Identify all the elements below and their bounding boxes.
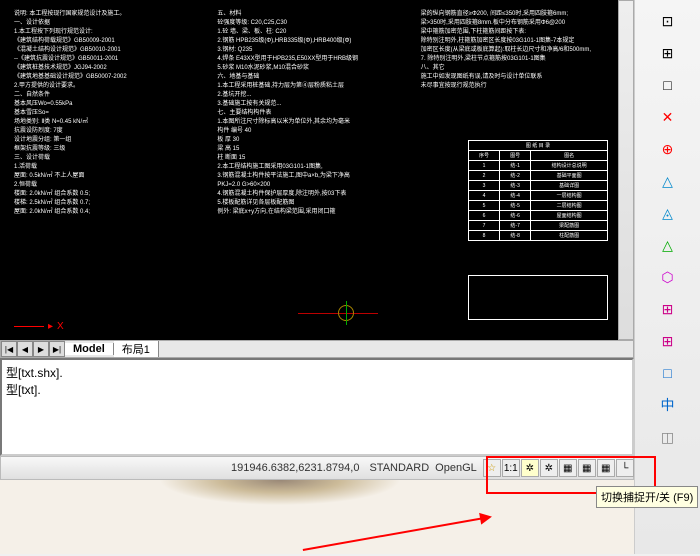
nav-first[interactable]: |◀: [1, 341, 17, 357]
grid-icon[interactable]: ⊞: [657, 298, 679, 320]
tab-model[interactable]: Model: [65, 343, 114, 355]
nav-next[interactable]: ▶: [33, 341, 49, 357]
tab-layout1[interactable]: 布局1: [114, 341, 159, 357]
text-icon[interactable]: 中: [657, 394, 679, 416]
snap-tooltip: 切换捕捉开/关 (F9): [596, 486, 698, 508]
corner-icon[interactable]: └: [616, 459, 634, 477]
cmd-line: 型[txt.shx].: [6, 364, 628, 381]
layout-tabs-bar: |◀ ◀ ▶ ▶| Model 布局1: [0, 340, 634, 358]
notes-col-1: 说明: 本工程按现行国家规范设计及施工。一、设计依据1.本工程按下列现行规范设计…: [14, 10, 197, 217]
polar-icon[interactable]: ✲: [521, 459, 539, 477]
cad-drawing-viewport[interactable]: 说明: 本工程按现行国家规范设计及施工。一、设计依据1.本工程按下列现行规范设计…: [0, 0, 618, 340]
table-title: 图 纸 目 录: [469, 141, 608, 151]
tool-icon[interactable]: ⊡: [657, 10, 679, 32]
nav-last[interactable]: ▶|: [49, 341, 65, 357]
notes-col-2: 五、材料 砼强度等级: C20,C25,C30 1.砼 墙、梁、板、柱: C20…: [217, 10, 400, 217]
status-bar: 191946.6382,6231.8794,0 STANDARD OpenGL …: [0, 456, 634, 480]
cmd-line: 型[txt].: [6, 381, 628, 398]
tool-icon[interactable]: ⊞: [657, 42, 679, 64]
right-tool-palette: ⊡ ⊞ □ ✕ ⊕ △ ◬ △ ⬡ ⊞ ⊞ □ 中 ◫: [634, 0, 700, 554]
graphics-mode[interactable]: OpenGL: [435, 462, 477, 474]
tool-icon[interactable]: □: [657, 74, 679, 96]
triangle-icon[interactable]: △: [657, 234, 679, 256]
background-image: [0, 480, 634, 554]
cube-icon[interactable]: ◫: [657, 426, 679, 448]
hex-icon[interactable]: ⬡: [657, 266, 679, 288]
text-style-indicator[interactable]: STANDARD: [369, 462, 429, 474]
star-icon[interactable]: ☆: [483, 459, 501, 477]
close-icon[interactable]: ✕: [657, 106, 679, 128]
add-icon[interactable]: ⊕: [657, 138, 679, 160]
rect-icon[interactable]: □: [657, 362, 679, 384]
title-block: [468, 275, 608, 320]
coordinates-display[interactable]: 191946.6382,6231.8794,0: [231, 462, 359, 474]
nav-prev[interactable]: ◀: [17, 341, 33, 357]
snap-toggle-icon[interactable]: ▦: [559, 459, 577, 477]
crosshair-cursor: [298, 301, 378, 325]
triangle-icon[interactable]: △: [657, 170, 679, 192]
scale-display[interactable]: 1:1: [502, 459, 520, 477]
grid-icon[interactable]: ⊞: [657, 330, 679, 352]
command-window[interactable]: 型[txt.shx]. 型[txt].: [0, 358, 634, 456]
drawing-index-table: 图 纸 目 录 序号图号图名 1结-1结构设计总说明2结-2基础平面图3结-3基…: [468, 140, 608, 241]
vertical-scrollbar[interactable]: [618, 0, 634, 340]
tab-nav-buttons: |◀ ◀ ▶ ▶|: [1, 341, 65, 357]
ucs-icon: ▸X: [14, 321, 64, 332]
osnap-icon[interactable]: ✲: [540, 459, 558, 477]
triangle-icon[interactable]: ◬: [657, 202, 679, 224]
grid-toggle-icon[interactable]: ▦: [578, 459, 596, 477]
ortho-toggle-icon[interactable]: ▦: [597, 459, 615, 477]
